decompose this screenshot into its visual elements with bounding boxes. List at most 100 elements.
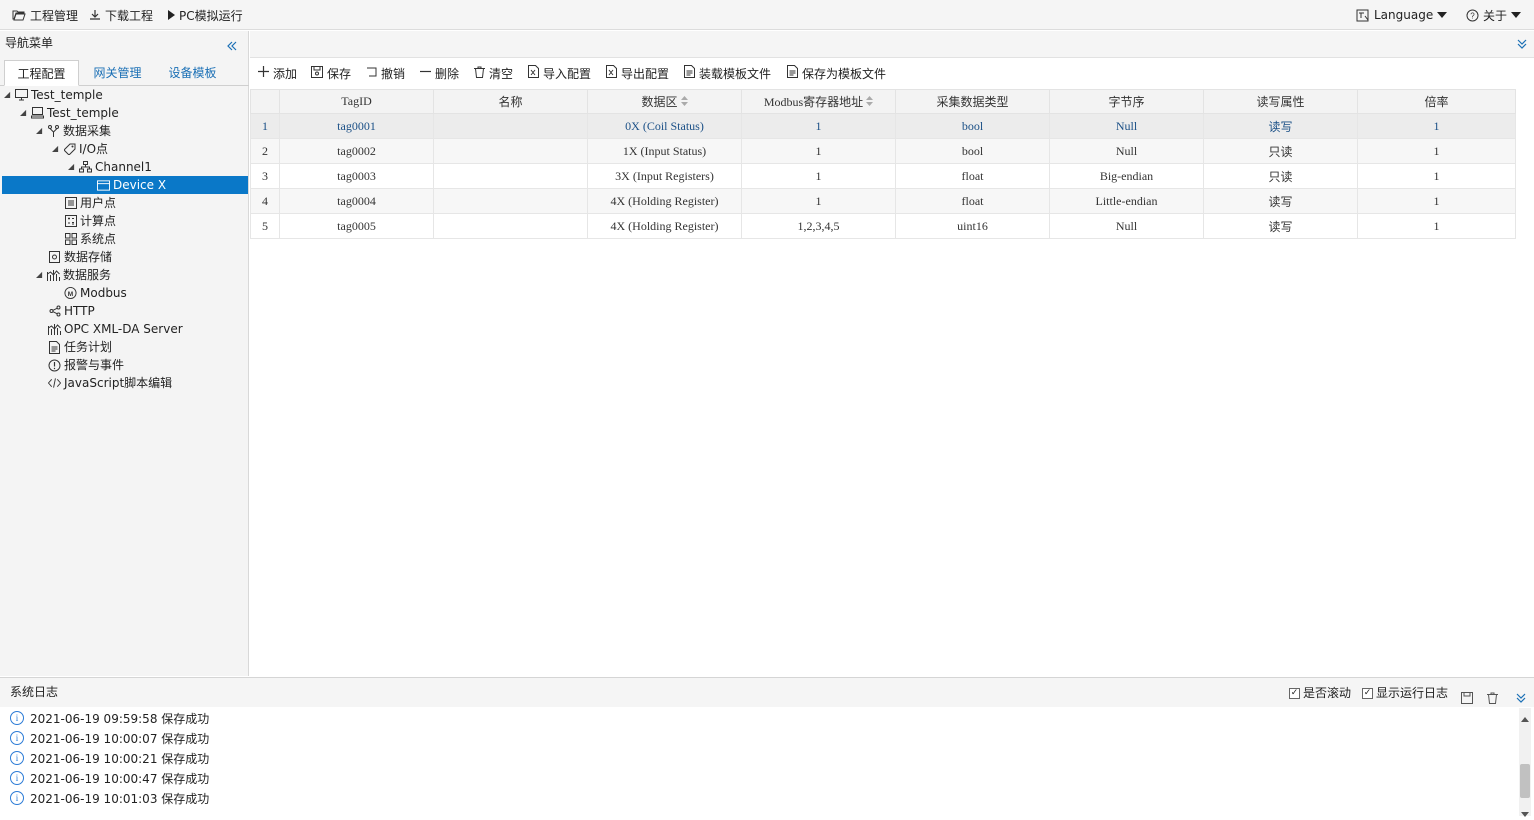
column-header-modbus-address[interactable]: Modbus寄存器地址 <box>741 89 896 114</box>
cell-data-type[interactable]: bool <box>895 138 1050 164</box>
save-log-icon[interactable] <box>1461 686 1473 715</box>
expand-triangle-icon[interactable]: ◢ <box>68 158 76 176</box>
undo-button[interactable]: 撤销 <box>366 65 405 81</box>
cell-rate[interactable]: 1 <box>1357 188 1516 214</box>
cell-rw-attribute[interactable]: 读写 <box>1203 113 1358 139</box>
scrollbar-thumb[interactable] <box>1520 764 1530 798</box>
cell-data-area[interactable]: 1X (Input Status) <box>587 138 742 164</box>
cell-rw-attribute[interactable]: 只读 <box>1203 138 1358 164</box>
add-button[interactable]: 添加 <box>258 65 297 81</box>
column-header-tagid[interactable]: TagID <box>279 89 434 114</box>
expand-triangle-icon[interactable]: ◢ <box>52 140 60 158</box>
export-config-button[interactable]: 导出配置 <box>606 65 669 81</box>
cell-rate[interactable]: 1 <box>1357 113 1516 139</box>
column-header-data-type[interactable]: 采集数据类型 <box>895 89 1050 114</box>
cell-modbus-address[interactable]: 1 <box>741 138 896 164</box>
tree-node-alarms-events[interactable]: 报警与事件 <box>48 356 124 374</box>
cell-data-type[interactable]: uint16 <box>895 213 1050 239</box>
cell-data-type[interactable]: float <box>895 188 1050 214</box>
cell-byte-order[interactable]: Little-endian <box>1049 188 1204 214</box>
cell-rate[interactable]: 1 <box>1357 213 1516 239</box>
collapse-left-icon[interactable] <box>226 36 240 51</box>
cell-tagid[interactable]: tag0002 <box>279 138 434 164</box>
cell-data-type[interactable]: float <box>895 163 1050 189</box>
column-header-rw-attribute[interactable]: 读写属性 <box>1203 89 1358 114</box>
tree-node-data-storage[interactable]: 数据存储 <box>48 248 112 266</box>
cell-byte-order[interactable]: Null <box>1049 138 1204 164</box>
cell-tagid[interactable]: tag0003 <box>279 163 434 189</box>
cell-rate[interactable]: 1 <box>1357 138 1516 164</box>
cell-modbus-address[interactable]: 1,2,3,4,5 <box>741 213 896 239</box>
tab-gateway-management[interactable]: 网关管理 <box>80 60 155 86</box>
cell-modbus-address[interactable]: 1 <box>741 113 896 139</box>
cell-byte-order[interactable]: Big-endian <box>1049 163 1204 189</box>
tab-device-template[interactable]: 设备模板 <box>155 60 230 86</box>
tab-project-config[interactable]: 工程配置 <box>4 60 79 86</box>
scroll-up-arrow-icon[interactable] <box>1521 711 1529 725</box>
table-row[interactable]: 5 tag0005 4X (Holding Register) 1,2,3,4,… <box>250 213 1516 239</box>
download-project-menu[interactable]: 下载工程 <box>89 7 153 23</box>
pc-simulate-run-menu[interactable]: PC模拟运行 <box>167 7 243 23</box>
cell-rate[interactable]: 1 <box>1357 163 1516 189</box>
column-header-rate[interactable]: 倍率 <box>1357 89 1516 114</box>
checkbox-checked-icon[interactable]: ✓ <box>1362 687 1373 699</box>
save-as-template-button[interactable]: 保存为模板文件 <box>787 65 886 81</box>
load-template-button[interactable]: 装载模板文件 <box>684 65 771 81</box>
cell-rw-attribute[interactable]: 读写 <box>1203 213 1358 239</box>
expand-triangle-icon[interactable]: ◢ <box>36 266 44 284</box>
tree-node-device-x[interactable]: Device X <box>2 176 248 194</box>
tree-node-channel1[interactable]: ◢ Channel1 <box>68 158 152 176</box>
clear-button[interactable]: 清空 <box>474 65 513 81</box>
cell-data-area[interactable]: 4X (Holding Register) <box>587 188 742 214</box>
table-row[interactable]: 2 tag0002 1X (Input Status) 1 bool Null … <box>250 138 1516 164</box>
cell-name[interactable] <box>433 113 588 139</box>
sort-icon[interactable] <box>866 95 874 110</box>
cell-data-area[interactable]: 3X (Input Registers) <box>587 163 742 189</box>
tree-node-opc-xml-da-server[interactable]: OPC XML-DA Server <box>48 320 183 338</box>
cell-name[interactable] <box>433 188 588 214</box>
table-row[interactable]: 1 tag0001 0X (Coil Status) 1 bool Null 读… <box>250 113 1516 139</box>
tree-node-user-points[interactable]: 用户点 <box>64 194 116 212</box>
tree-node-javascript-editor[interactable]: JavaScript脚本编辑 <box>48 374 172 392</box>
expand-triangle-icon[interactable]: ◢ <box>4 86 12 104</box>
tree-node-io-points[interactable]: ◢ I/O点 <box>52 140 108 158</box>
tree-node-data-service[interactable]: ◢ 数据服务 <box>36 266 111 284</box>
language-menu[interactable]: Language <box>1356 7 1448 23</box>
clear-log-trash-icon[interactable] <box>1487 686 1498 715</box>
column-header-name[interactable]: 名称 <box>433 89 588 114</box>
tree-node-test-temple[interactable]: ◢ Test_temple <box>20 104 119 122</box>
tree-node-system-points[interactable]: 系统点 <box>64 230 116 248</box>
cell-name[interactable] <box>433 213 588 239</box>
tree-node-task-schedule[interactable]: 任务计划 <box>48 338 112 356</box>
cell-tagid[interactable]: tag0005 <box>279 213 434 239</box>
delete-button[interactable]: 删除 <box>420 65 459 81</box>
table-row[interactable]: 3 tag0003 3X (Input Registers) 1 float B… <box>250 163 1516 189</box>
checkbox-checked-icon[interactable]: ✓ <box>1289 687 1300 699</box>
cell-data-type[interactable]: bool <box>895 113 1050 139</box>
log-scrollbar[interactable] <box>1519 708 1531 817</box>
cell-name[interactable] <box>433 138 588 164</box>
cell-tagid[interactable]: tag0004 <box>279 188 434 214</box>
column-header-data-area[interactable]: 数据区 <box>587 89 742 114</box>
auto-scroll-checkbox[interactable]: ✓ 是否滚动 <box>1289 685 1351 701</box>
sort-icon[interactable] <box>680 95 688 110</box>
column-header-byte-order[interactable]: 字节序 <box>1049 89 1204 114</box>
import-config-button[interactable]: 导入配置 <box>528 65 591 81</box>
tree-node-test-temple-root[interactable]: ◢ Test_temple <box>4 86 103 104</box>
show-run-log-checkbox[interactable]: ✓ 显示运行日志 <box>1362 685 1448 701</box>
cell-byte-order[interactable]: Null <box>1049 113 1204 139</box>
cell-data-area[interactable]: 0X (Coil Status) <box>587 113 742 139</box>
tree-node-data-acquisition[interactable]: ◢ 数据采集 <box>36 122 111 140</box>
project-management-menu[interactable]: 工程管理 <box>12 7 78 23</box>
cell-modbus-address[interactable]: 1 <box>741 188 896 214</box>
scroll-down-arrow-icon[interactable] <box>1521 806 1529 820</box>
cell-rw-attribute[interactable]: 读写 <box>1203 188 1358 214</box>
tree-node-modbus[interactable]: M Modbus <box>64 284 127 302</box>
save-button[interactable]: 保存 <box>311 65 351 81</box>
tree-node-calc-points[interactable]: 计算点 <box>64 212 116 230</box>
expand-triangle-icon[interactable]: ◢ <box>36 122 44 140</box>
cell-rw-attribute[interactable]: 只读 <box>1203 163 1358 189</box>
about-menu[interactable]: ? 关于 <box>1466 7 1522 23</box>
cell-modbus-address[interactable]: 1 <box>741 163 896 189</box>
tree-node-http[interactable]: HTTP <box>48 302 95 320</box>
